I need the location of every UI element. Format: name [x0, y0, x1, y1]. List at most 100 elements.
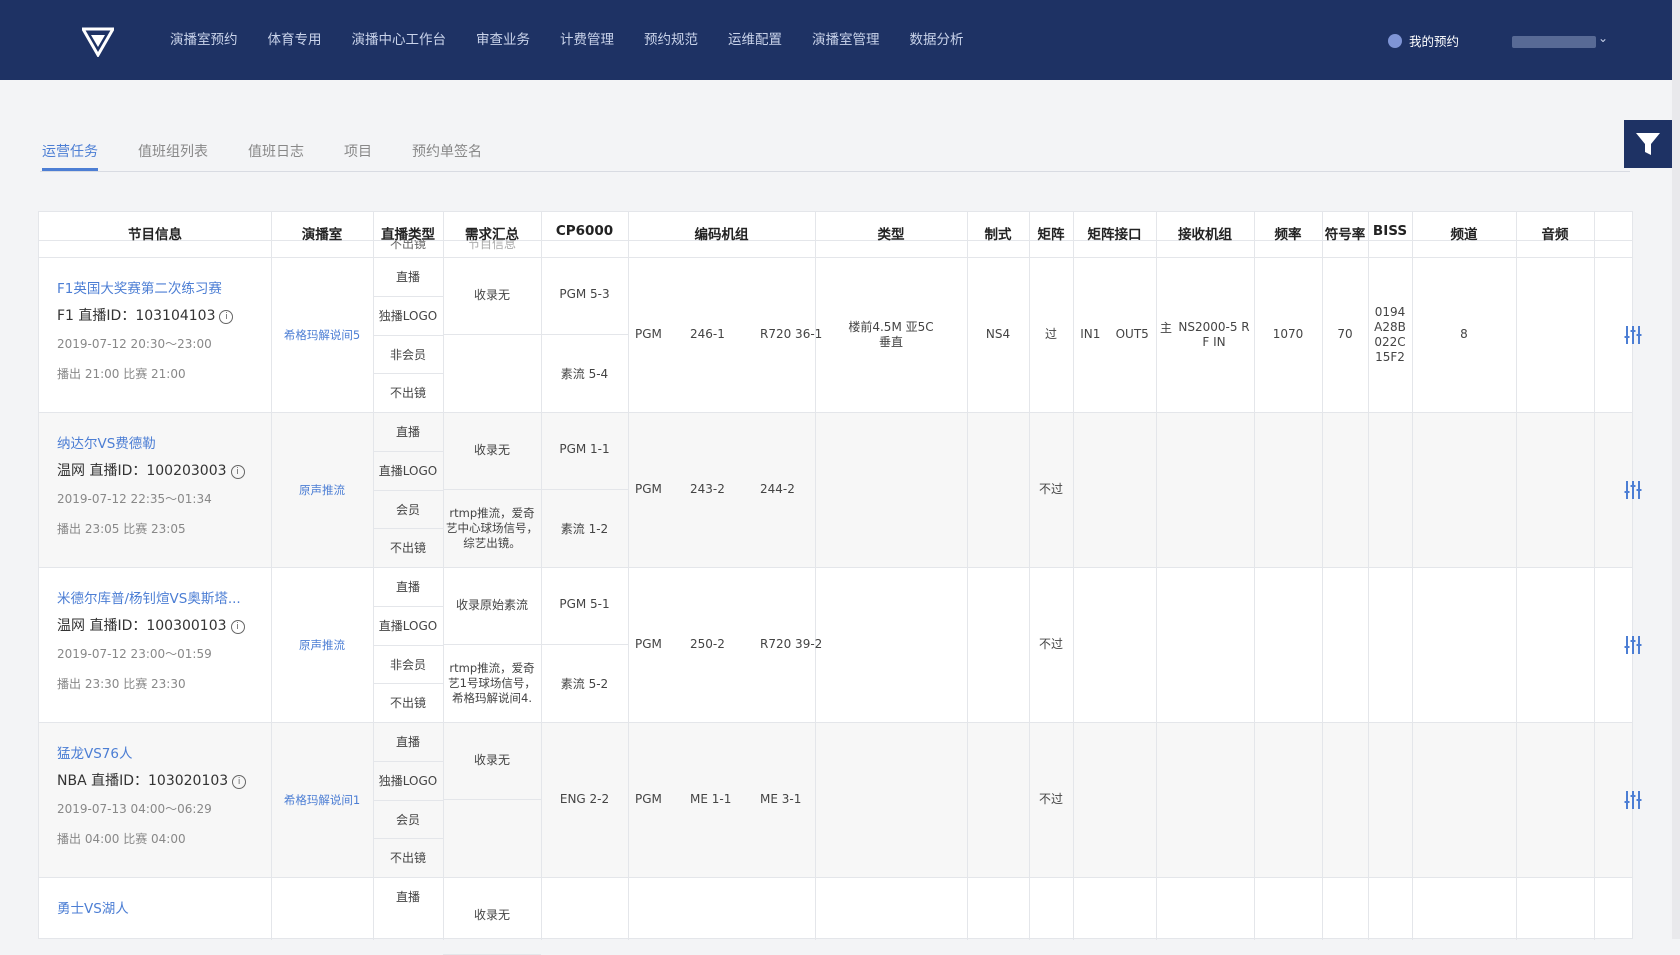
program-title-link[interactable]: 米德尔库普/杨钊煊VS奥斯塔...	[57, 587, 241, 607]
tab-projects[interactable]: 项目	[344, 141, 372, 161]
column-header-biss: BISS	[1372, 223, 1408, 239]
live-type-cell: 不出镜	[389, 851, 426, 866]
column-divider	[443, 212, 444, 940]
studio-link[interactable]: 希格玛解说间1	[271, 792, 373, 808]
receiver-role: 主	[1160, 320, 1173, 335]
live-type-cell: 非会员	[389, 347, 426, 362]
live-type-cell: 直播LOGO	[378, 618, 438, 633]
nav-item-data-analysis[interactable]: 数据分析	[910, 30, 964, 50]
symbol-rate-cell: 70	[1337, 327, 1353, 341]
program-broadcast-times: 播出 04:00 比赛 04:00	[57, 832, 186, 846]
cp6000-primary: PGM 5-1	[559, 597, 610, 611]
filter-button[interactable]	[1624, 120, 1672, 168]
tab-duty-log[interactable]: 值班日志	[248, 141, 304, 161]
active-tab-indicator	[42, 168, 98, 171]
main-nav: 演播室预约 体育专用 演播中心工作台 审查业务 计费管理 预约规范 运维配置 演…	[170, 30, 994, 50]
encoder-output: PGM	[635, 326, 662, 341]
user-name-redacted[interactable]	[1512, 36, 1596, 48]
nav-item-studio-management[interactable]: 演播室管理	[812, 30, 880, 50]
nav-item-workbench[interactable]: 演播中心工作台	[352, 30, 447, 50]
logo-icon[interactable]	[82, 27, 114, 57]
live-type-cell: 直播	[395, 890, 420, 904]
requirement-detail: rtmp推流，爱奇 艺中心球场信号， 综艺出镜。	[446, 505, 538, 550]
program-title-link[interactable]: 猛龙VS76人	[57, 742, 132, 762]
matrix-cell: 不过	[1038, 482, 1063, 496]
column-divider	[271, 212, 272, 940]
column-header-cp6000: CP6000	[555, 223, 614, 239]
column-header-type: 类型	[877, 227, 905, 243]
sub-row-divider	[541, 489, 628, 490]
sliders-icon[interactable]	[1623, 789, 1643, 811]
operation-task-table: 节目信息 演播室 直播类型 需求汇总 CP6000 编码机组 类型 制式 矩阵 矩阵接口 接收机组频…	[38, 211, 1642, 955]
sub-row-divider	[373, 334, 443, 336]
row-divider	[39, 722, 1632, 723]
info-icon[interactable]: i	[230, 620, 245, 634]
tab-booking-signature[interactable]: 预约单签名	[412, 141, 482, 161]
nav-item-billing[interactable]: 计费管理	[560, 30, 614, 50]
matrix-cell: 不过	[1038, 637, 1063, 651]
column-header-channel: 频道	[1450, 227, 1478, 243]
program-time-range: 2019-07-12 20:30～23:00	[57, 337, 212, 351]
program-title-link[interactable]: 纳达尔VS费德勒	[57, 432, 156, 452]
live-type-cell: 直播	[395, 425, 420, 439]
requirement-summary: 收录无	[473, 287, 510, 302]
live-type-cell: 非会员	[389, 657, 426, 672]
encoder-unit-b: R720 36-1	[760, 326, 823, 341]
studio-link[interactable]: 原声推流	[271, 482, 373, 498]
sub-row-divider	[443, 489, 541, 490]
sub-row-divider	[373, 489, 443, 491]
sliders-icon[interactable]	[1623, 479, 1643, 501]
sub-row-divider	[373, 605, 443, 607]
info-icon[interactable]: i	[219, 310, 234, 324]
program-id-line: F1 直播ID：103104103 i	[57, 305, 234, 325]
type-cell: 楼前4.5M 亚5C 垂直	[848, 319, 934, 349]
filter-icon	[1636, 133, 1660, 155]
column-header-audio: 音频	[1541, 227, 1569, 243]
sub-row-divider	[373, 373, 443, 375]
reservation-icon	[1388, 33, 1402, 48]
requirement-detail: rtmp推流，爱奇 艺1号球场信号， 希格玛解说间4.	[448, 660, 536, 705]
encoder-output: PGM	[635, 636, 662, 651]
encoder-unit-a: ME 1-1	[690, 791, 732, 806]
chevron-down-icon[interactable]: ⌄	[1598, 31, 1608, 45]
column-header-format: 制式	[984, 227, 1012, 243]
nav-item-studio-booking[interactable]: 演播室预约	[170, 30, 238, 50]
cp6000-secondary: 素流 1-2	[560, 522, 609, 536]
column-divider	[1412, 212, 1413, 940]
encoder-unit-b: 244-2	[760, 481, 795, 496]
sub-row-divider	[443, 799, 541, 800]
column-divider	[1029, 212, 1030, 940]
info-icon[interactable]: i	[230, 465, 245, 479]
column-divider	[967, 212, 968, 940]
sliders-icon[interactable]	[1623, 324, 1643, 346]
receiver-cell: NS2000-5 R F IN	[1178, 319, 1250, 349]
encoder-output: PGM	[635, 791, 662, 806]
column-divider	[1073, 212, 1074, 940]
program-title-link[interactable]: 勇士VS湖人	[57, 897, 129, 917]
live-type-cell: 独播LOGO	[378, 773, 438, 788]
sliders-icon[interactable]	[1623, 634, 1643, 656]
studio-link[interactable]: 希格玛解说间5	[271, 327, 373, 343]
top-navigation-bar: 演播室预约 体育专用 演播中心工作台 审查业务 计费管理 预约规范 运维配置 演…	[0, 0, 1672, 80]
nav-item-sports[interactable]: 体育专用	[268, 30, 322, 50]
sub-row-divider	[443, 334, 541, 335]
program-title-link[interactable]: F1英国大奖赛第二次练习赛	[57, 277, 222, 297]
nav-item-booking-rules[interactable]: 预约规范	[644, 30, 698, 50]
column-divider	[628, 212, 629, 940]
program-id-line: NBA 直播ID：103020103 i	[57, 770, 247, 790]
column-header-symbol-rate: 符号率	[1324, 227, 1366, 243]
my-reservation-label: 我的预约	[1409, 34, 1460, 49]
studio-link[interactable]: 原声推流	[271, 637, 373, 653]
matrix-cell: 过	[1044, 327, 1057, 341]
encoder-unit-b: R720 39-2	[760, 636, 823, 651]
column-divider	[1322, 212, 1323, 940]
tab-duty-groups[interactable]: 值班组列表	[138, 141, 208, 161]
tab-operation-tasks[interactable]: 运营任务	[42, 141, 98, 161]
program-broadcast-times: 播出 23:30 比赛 23:30	[57, 677, 186, 691]
nav-item-review[interactable]: 审查业务	[476, 30, 530, 50]
my-reservation-link[interactable]: 我的预约	[1388, 31, 1459, 50]
sub-row-divider	[373, 295, 443, 297]
info-icon[interactable]: i	[232, 775, 247, 789]
page-scrollbar[interactable]	[1672, 0, 1680, 939]
nav-item-ops-config[interactable]: 运维配置	[728, 30, 782, 50]
